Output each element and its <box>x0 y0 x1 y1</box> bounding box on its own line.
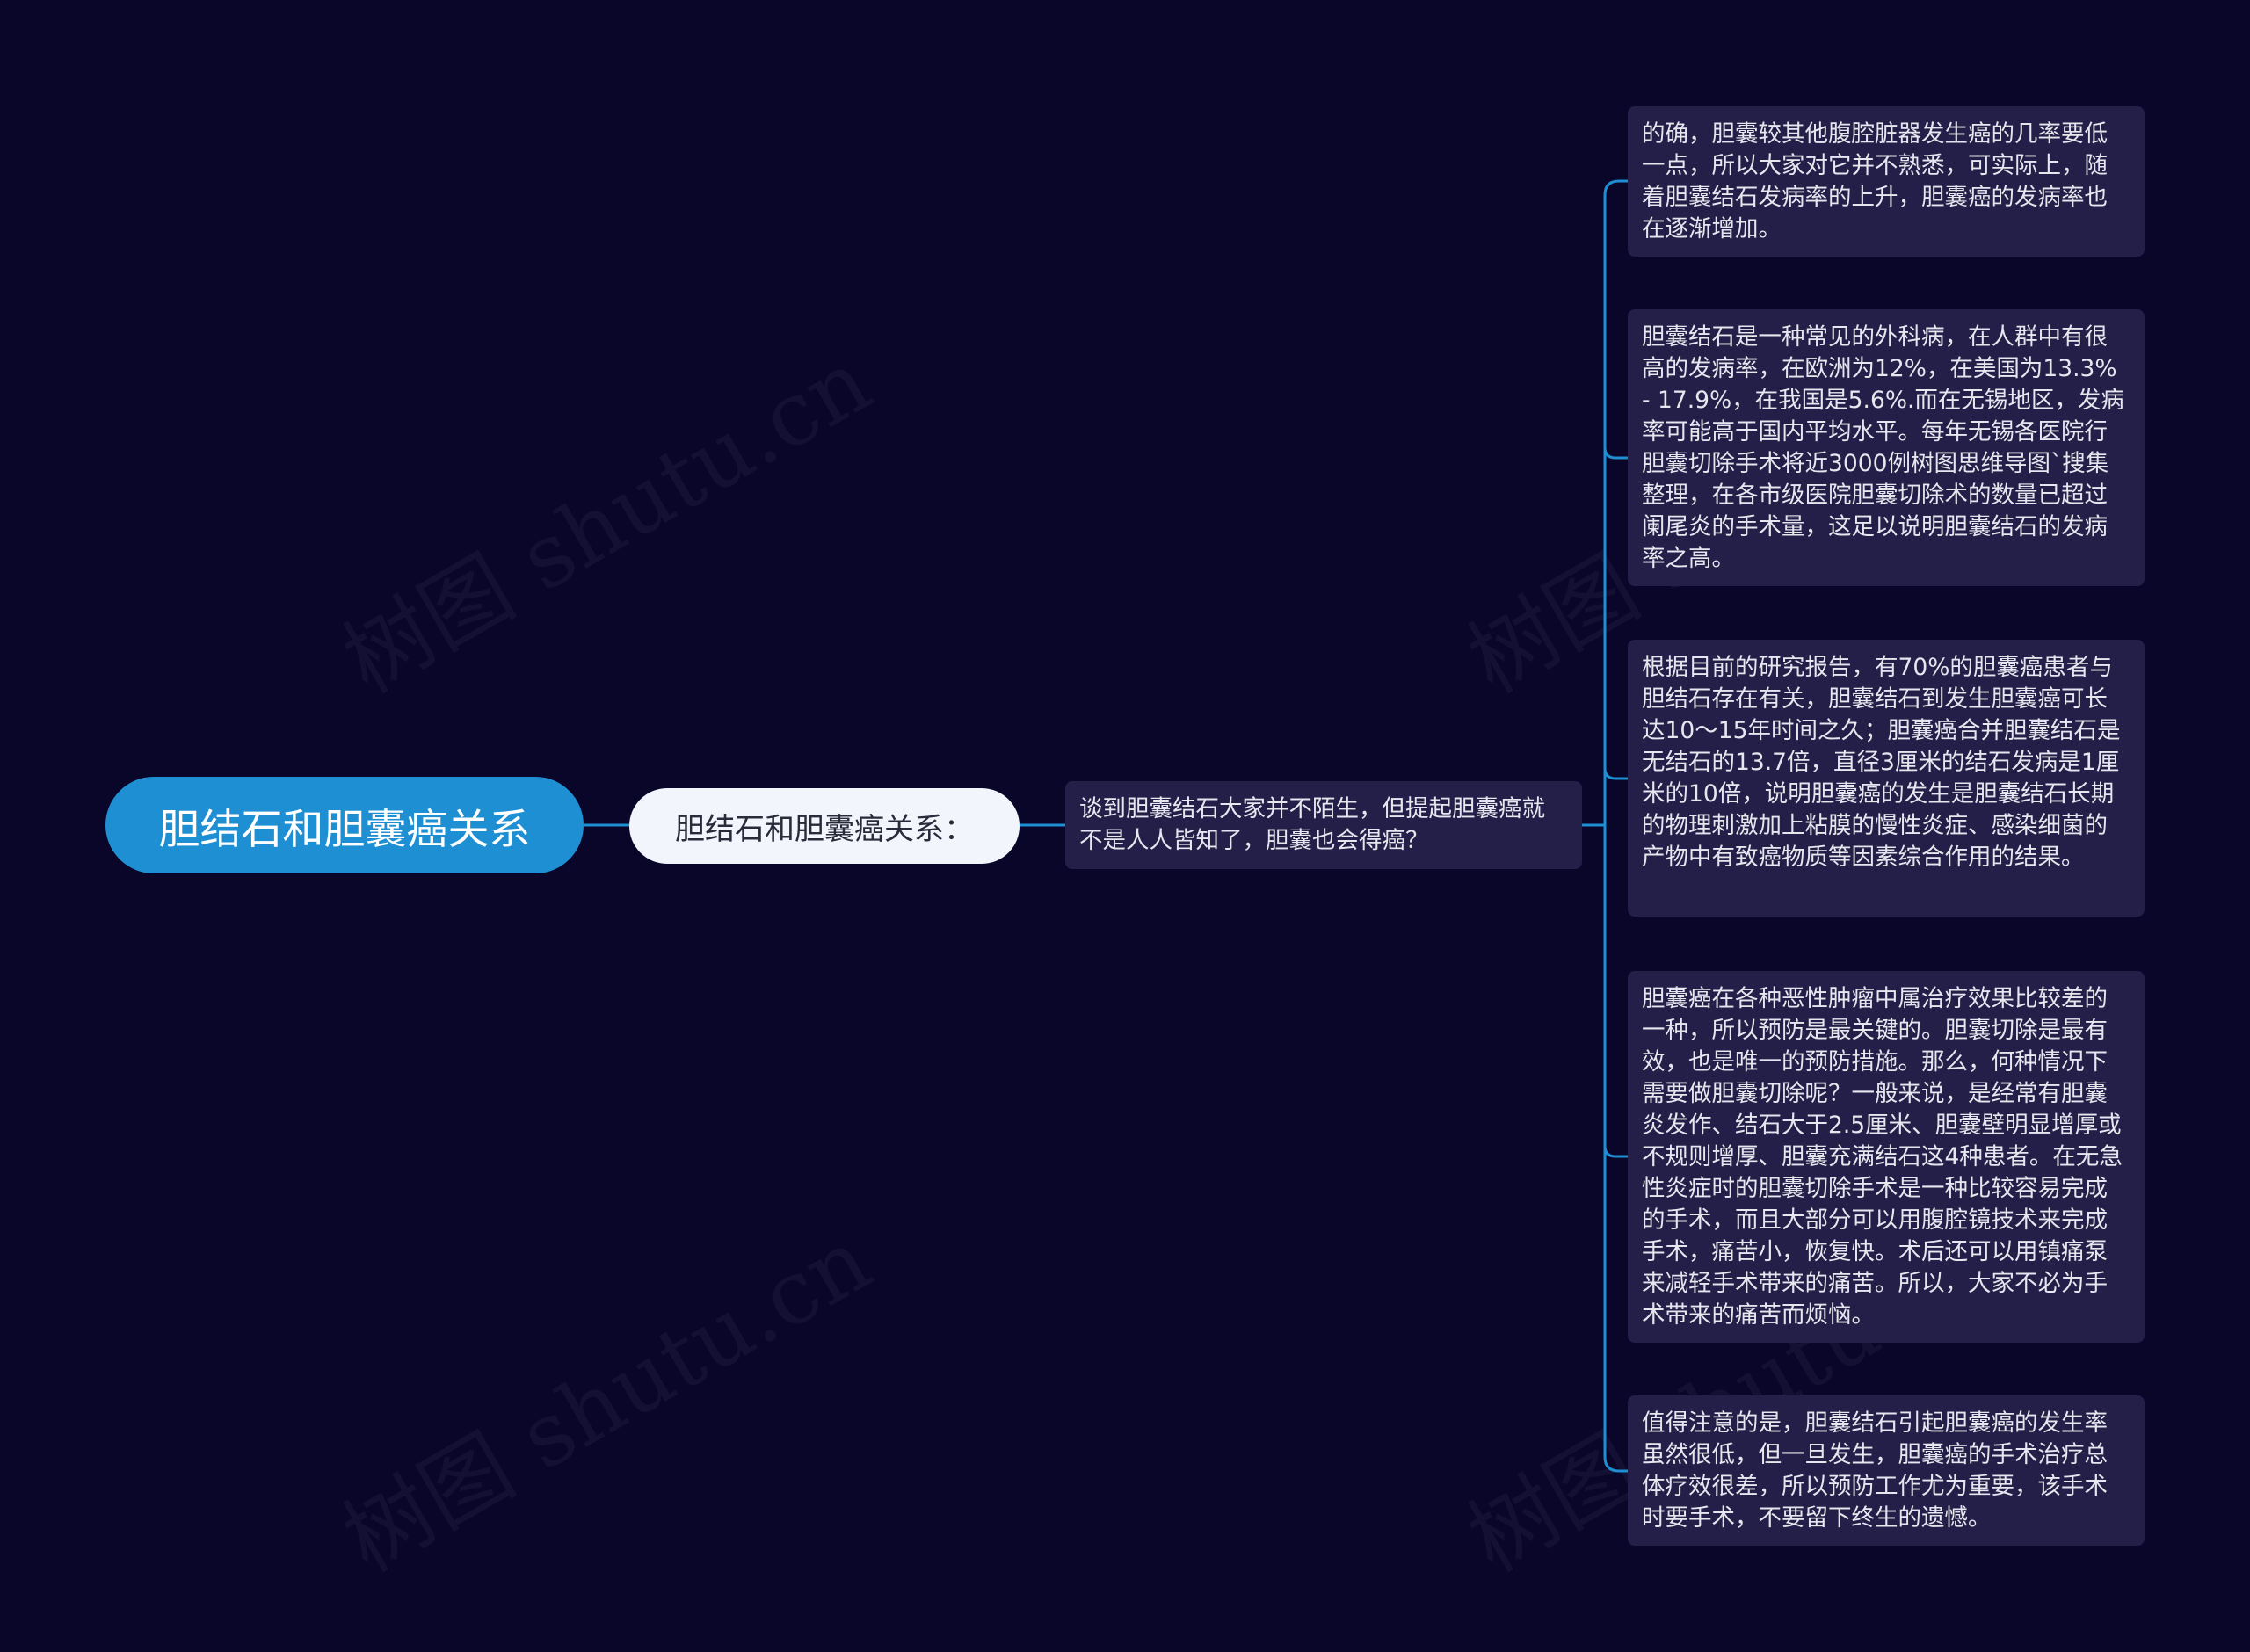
leaf-node[interactable]: 的确，胆囊较其他腹腔脏器发生癌的几率要低一点，所以大家对它并不熟悉，可实际上，随… <box>1628 106 2145 257</box>
leaf-connector <box>1603 446 1628 460</box>
leaf-node[interactable]: 值得注意的是，胆囊结石引起胆囊癌的发生率虽然很低，但一旦发生，胆囊癌的手术治疗总… <box>1628 1395 2145 1546</box>
leaf-connector <box>1603 1145 1628 1158</box>
leaf-node[interactable]: 胆囊癌在各种恶性肿瘤中属治疗效果比较差的一种，所以预防是最关键的。胆囊切除是最有… <box>1628 971 2145 1343</box>
root-node[interactable]: 胆结石和胆囊癌关系 <box>105 777 584 873</box>
leaf-node[interactable]: 胆囊结石是一种常见的外科病，在人群中有很高的发病率，在欧洲为12%，在美国为13… <box>1628 309 2145 586</box>
trunk-cap-bottom <box>1603 1456 1628 1473</box>
branch-node[interactable]: 胆结石和胆囊癌关系： <box>629 788 1020 864</box>
intro-node[interactable]: 谈到胆囊结石大家并不陌生，但提起胆囊癌就不是人人皆知了，胆囊也会得癌？ <box>1065 781 1582 869</box>
trunk-cap-top <box>1603 179 1628 196</box>
leaf-connector <box>1603 767 1628 780</box>
mindmap-canvas: 树图 shutu.cn 树图 shutu.cn 树图 shutu.cn 树图 s… <box>0 0 2250 1652</box>
leaf-node[interactable]: 根据目前的研究报告，有70%的胆囊癌患者与胆结石存在有关，胆囊结石到发生胆囊癌可… <box>1628 640 2145 917</box>
